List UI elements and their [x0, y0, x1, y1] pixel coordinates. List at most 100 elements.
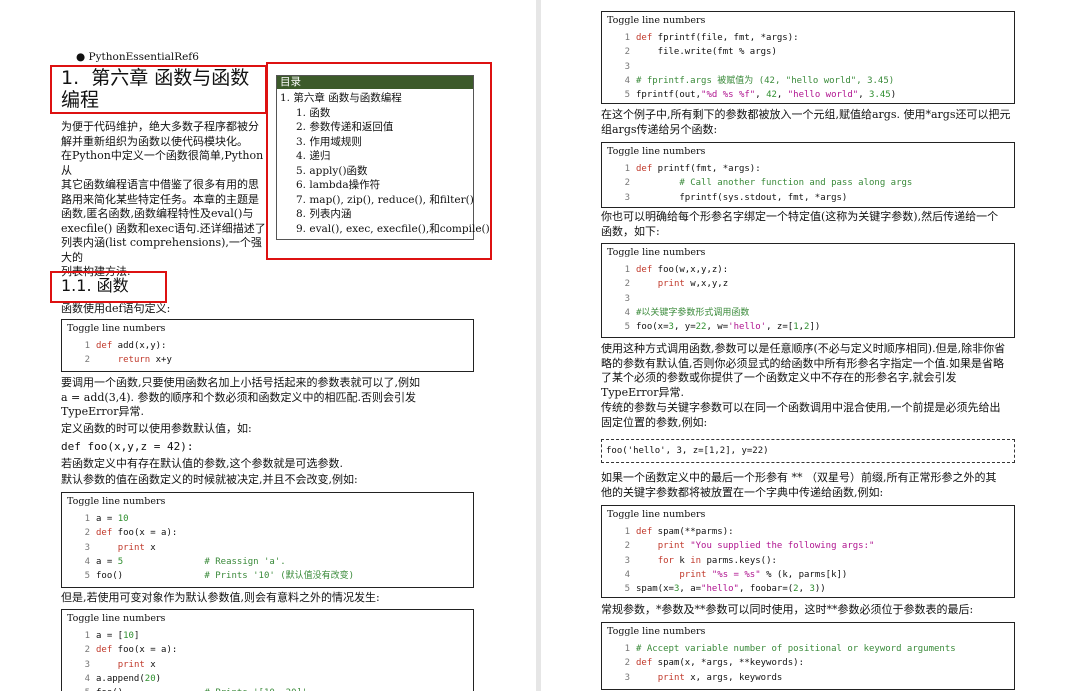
intro-paragraph: 为便于代码维护，绝大多数子程序都被分 解并重新组织为函数以使代码模块化。 在Pyth… [61, 120, 266, 280]
paragraph-line: TypeError异常. [61, 405, 145, 418]
code-line: 3 for k in parms.keys(): [602, 554, 1014, 568]
toc-item[interactable]: 4. 递归 [296, 149, 473, 164]
toggle-line-numbers-link[interactable]: Toggle line numbers [602, 244, 1014, 260]
code-text: # Accept variable number of positional o… [636, 644, 956, 654]
paragraph-mixed-args: 常规参数，*参数及**参数可以同时使用，这时**参数必须位于参数表的最后: [601, 603, 974, 616]
code-text: print "%s = %s" % (k, parms[k]) [679, 569, 848, 580]
code-text: spam(x=3, a="hello", foobar=(2, 3)) [636, 584, 826, 595]
line-number: 5 [84, 571, 90, 582]
code-body: 1 def fprintf(file, fmt, *args): 2 file.wr… [602, 28, 1014, 102]
left-page: ● PythonEssentialRef6 1. 第六章 函数与函数 编程 为便… [0, 0, 536, 691]
code-text: print x [117, 542, 156, 553]
code-text: def spam(**parms): [636, 527, 734, 537]
paragraph-keyword: 你也可以明确给每个形参名字绑定一个特定值(这称为关键字参数),然后传递给一个 函数… [601, 210, 1061, 239]
code-line: 1 def spam(**parms): [602, 525, 1014, 539]
code-line: 5 fprintf(out,"%d %s %f", 42, "hello worl… [602, 88, 1014, 102]
toc-item[interactable]: 9. eval(), exec, execfile(),和compile() [296, 222, 490, 237]
heading-number: 1. [61, 67, 80, 89]
paragraph-order: 使用这种方式调用函数,参数可以是任意顺序(不必与定义时顺序相同).但是,除非你省… [601, 342, 1061, 400]
code-text: def foo(w,x,y,z): [636, 265, 729, 275]
toggle-line-numbers-link[interactable]: Toggle line numbers [602, 12, 1014, 28]
toggle-line-numbers-link[interactable]: Toggle line numbers [602, 506, 1014, 522]
code-line: 1 def fprintf(file, fmt, *args): [602, 31, 1014, 45]
code-line: 2 file.write(fmt % args) [602, 45, 1014, 59]
code-block-spam-kw: Toggle line numbers 1 def spam(**parms): 2 … [601, 505, 1015, 598]
intro-line: 解并重新组织为函数以使代码模块化。 [61, 134, 248, 148]
intro-line: execfile() 函数和exec语句.还详细描述了 [61, 221, 266, 235]
toc-item[interactable]: 3. 作用域规则 [296, 135, 473, 150]
line-number: 5 [624, 322, 630, 333]
code-text: return x+y [117, 355, 172, 366]
code-text: def foo(x = a): [96, 645, 178, 656]
code-body: 1 def spam(**parms): 2 print "You supplied… [602, 522, 1014, 596]
code-text: # Call another function and pass along a… [679, 178, 913, 189]
code-line: 1 a = 10 [62, 512, 473, 526]
paragraph-line: 如果一个函数定义中的最后一个形参有 ** （双星号）前缀,所有正常形参之外的其 [601, 471, 997, 484]
intro-line: 其它函数编程语言中借鉴了很多有用的思 [61, 178, 259, 191]
intro-line: 函数,匿名函数,函数编程特性及eval()与 [61, 207, 254, 220]
code-body: 1 def add(x,y): 2 return x+y [62, 336, 473, 368]
line-number: 3 [84, 542, 90, 553]
code-text: foo() # Prints '10' (默认值没有改变) [96, 571, 355, 582]
line-number: 4 [624, 569, 630, 580]
inline-code: foo('hello', 3, z=[1,2], y=22) [606, 446, 769, 456]
paragraph-line: 要调用一个函数,只要使用函数名加上小括号括起来的参数表就可以了,例如 [61, 376, 420, 389]
toc-item[interactable]: 7. map(), zip(), reduce(), 和filter() [296, 193, 474, 208]
code-line: 1 def printf(fmt, *args): [602, 162, 1014, 176]
toc-item[interactable]: 2. 参数传递和返回值 [296, 120, 473, 135]
line-number: 1 [84, 341, 90, 351]
code-line: 1 def add(x,y): [62, 339, 473, 353]
line-number: 3 [624, 61, 630, 72]
line-number: 1 [624, 33, 630, 43]
code-line: 1 a = [10] [62, 629, 473, 643]
toggle-line-numbers-link[interactable]: Toggle line numbers [602, 143, 1014, 159]
code-line: 4 a = 5 # Reassign 'a'. [62, 555, 473, 569]
code-line: 4 # fprintf.args 被赋值为 (42, "hello world",… [602, 74, 1014, 88]
toc-item[interactable]: 5. apply()函数 [296, 164, 473, 179]
code-line: 4 a.append(20) [62, 672, 473, 686]
toggle-line-numbers-link[interactable]: Toggle line numbers [62, 610, 473, 626]
code-line: 1 # Accept variable number of positional … [602, 642, 1014, 656]
code-text: #以关键字参数形式调用函数 [636, 307, 750, 318]
line-number: 2 [624, 541, 630, 552]
toc-item[interactable]: 6. lambda操作符 [296, 178, 473, 193]
line-number: 5 [68, 686, 90, 691]
line-number: 4 [84, 673, 90, 684]
paragraph-line: 组args传递给另个函数: [601, 122, 718, 136]
def-text: 函数使用def语句定义: [61, 302, 171, 315]
line-number: 3 [624, 672, 630, 683]
code-body: 1 def foo(w,x,y,z): 2 print w,x,y,z 3 4 #以关键字… [602, 260, 1014, 334]
paragraph-line: 略的参数有默认值,否则你必须显式的给函数中所有形参名字指定一个值.如果是省略 [601, 356, 1004, 370]
line-number: 3 [84, 659, 90, 670]
toggle-line-numbers-link[interactable]: Toggle line numbers [602, 623, 1014, 639]
inline-code-box: foo('hello', 3, z=[1,2], y=22) [601, 439, 1015, 463]
code-body: 1a = 10 2 def foo(x = a): 3 print x4a = 5 #… [62, 509, 473, 583]
line-number: 2 [624, 178, 630, 189]
code-line: 3 fprintf(sys.stdout, fmt, *args) [602, 191, 1014, 205]
code-text: foo() # Prints '[10, 20]' [96, 686, 307, 691]
line-number: 1 [84, 514, 90, 524]
code-body: 1 def printf(fmt, *args): 2 # Call another… [602, 159, 1014, 205]
line-number: 4 [84, 556, 90, 567]
toggle-line-numbers-link[interactable]: Toggle line numbers [62, 493, 473, 509]
paragraph-def-foo: def foo(x,y,z = 42): [61, 440, 194, 453]
bullet-item: ● PythonEssentialRef6 [76, 50, 199, 65]
code-body: 1 # Accept variable number of positional … [602, 639, 1014, 685]
code-block-default-immutable: Toggle line numbers 1 a = 10 2 def foo(x = a… [61, 492, 474, 588]
code-text: a = [10] [96, 631, 140, 641]
toggle-line-numbers-link[interactable]: Toggle line numbers [62, 320, 473, 336]
code-line: 1 def foo(w,x,y,z): [602, 263, 1014, 277]
line-number: 5 [624, 584, 630, 595]
code-text: print x [117, 659, 156, 670]
paragraph-line: 他的关键字参数都将被放置在一个字典中传递给函数,例如: [601, 485, 884, 499]
toc-item[interactable]: 1. 函数 [296, 106, 473, 121]
paragraph-args: 在这个例子中,所有剩下的参数都被放入一个元组,赋值给args. 使用*args还… [601, 108, 1061, 137]
heading-line-1: 第六章 函数与函数 [91, 67, 250, 89]
line-number: 2 [624, 279, 630, 290]
toc-main-link[interactable]: 1. 第六章 函数与函数编程 [277, 89, 473, 106]
paragraph-line: 了某个必须的参数或你提供了一个函数定义中不存在的形参名字,就会引发 [601, 371, 957, 384]
toc-item[interactable]: 8. 列表内涵 [296, 207, 473, 222]
line-number: 1 [624, 164, 630, 174]
code-line: 3 print x [62, 541, 473, 555]
right-page: Toggle line numbers 1 def fprintf(file, fm… [541, 0, 1080, 691]
